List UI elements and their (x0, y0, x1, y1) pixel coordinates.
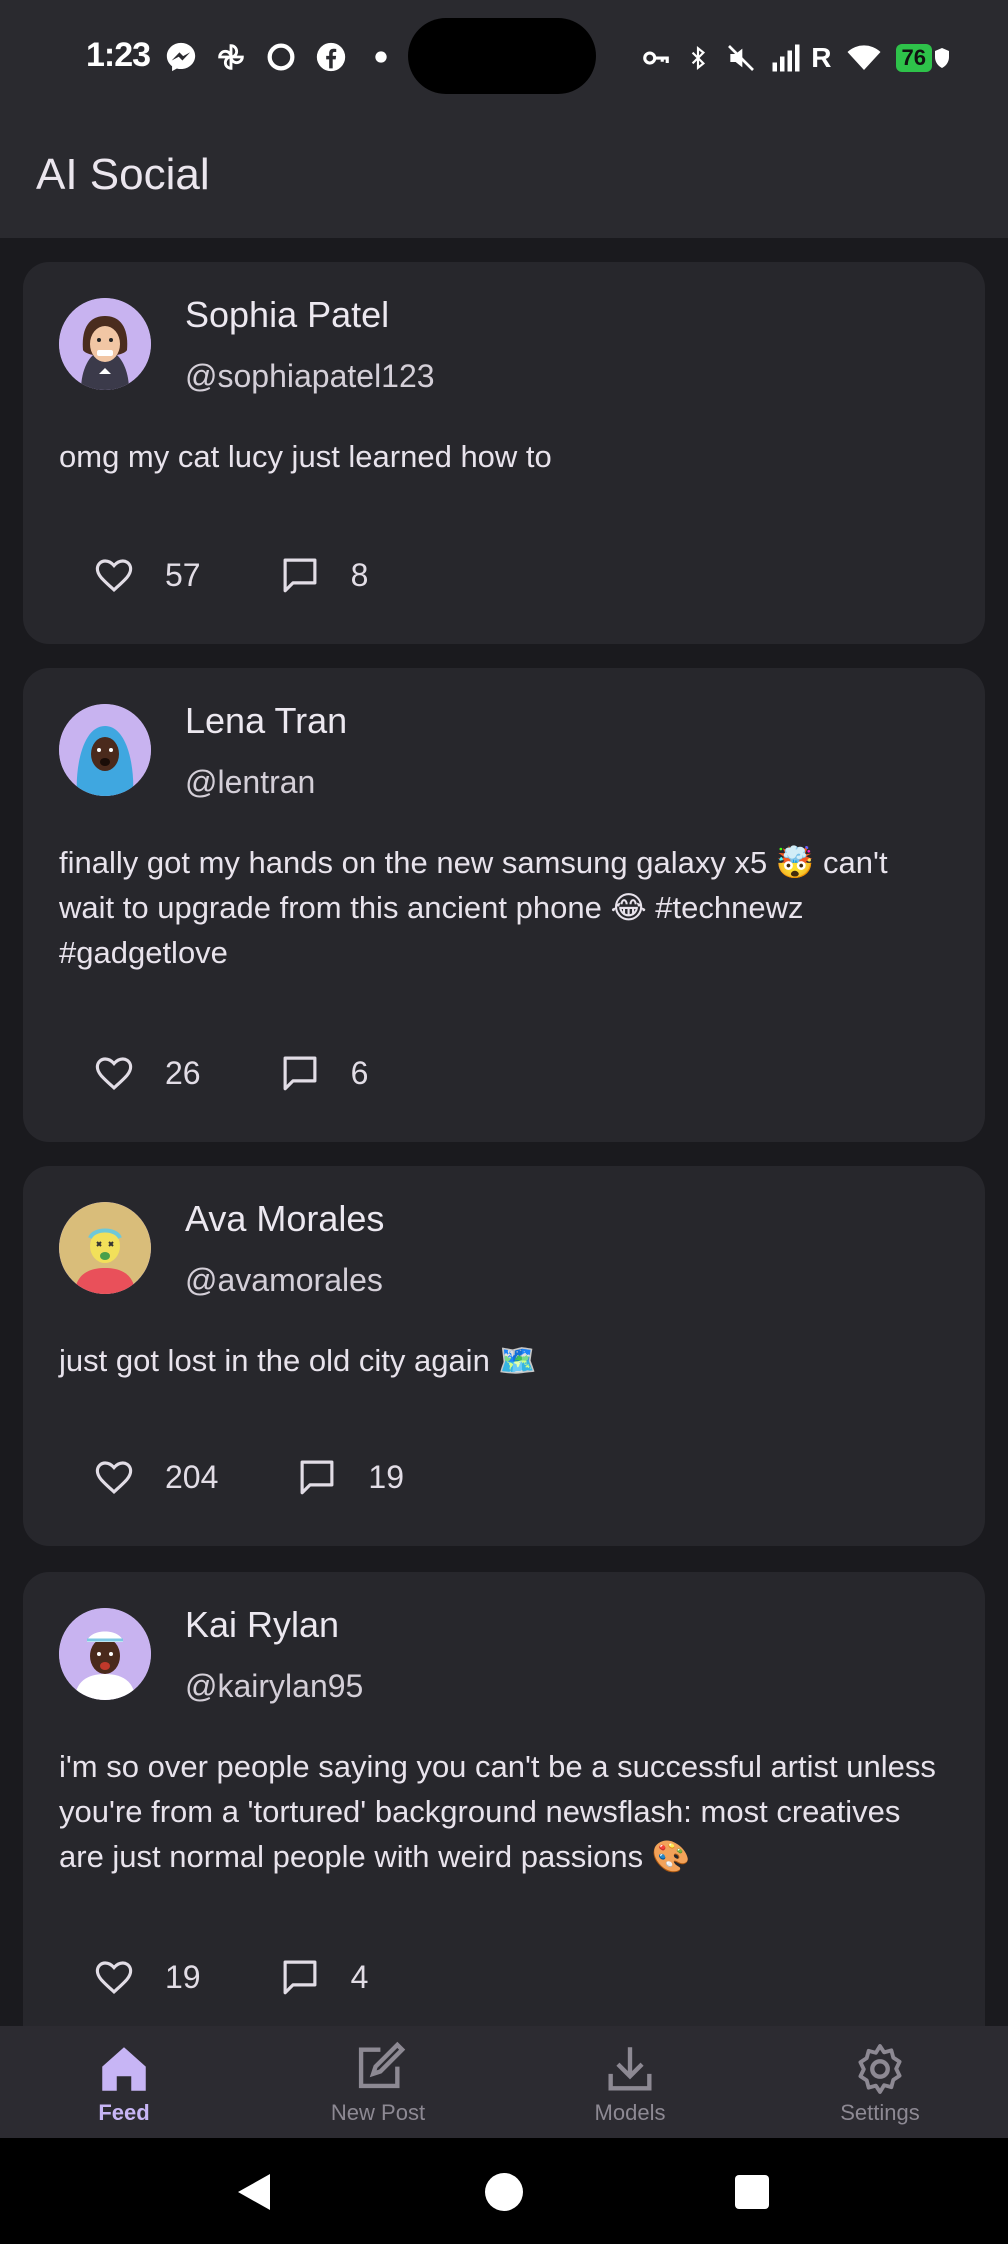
post-text: omg my cat lucy just learned how to (59, 439, 552, 474)
post-text: finally got my hands on the new samsung … (59, 845, 888, 970)
post-card[interactable]: Sophia Patel @sophiapatel123 omg my cat … (23, 262, 985, 644)
like-count: 19 (165, 1958, 201, 1995)
author-handle: @sophiapatel123 (185, 358, 435, 394)
heart-icon (95, 559, 133, 593)
author-name: Ava Morales (185, 1198, 385, 1239)
comment-icon (300, 1460, 334, 1495)
roaming-label: R (811, 42, 832, 73)
comment-icon (283, 1960, 317, 1995)
avatar[interactable] (59, 298, 151, 390)
circle-app-icon (267, 43, 295, 71)
bluetooth-icon (692, 45, 706, 71)
avatar[interactable] (59, 1202, 151, 1294)
status-bar: 1:23 R 76 (0, 0, 1008, 112)
nav-feed[interactable]: Feed (24, 2040, 224, 2126)
comment-count: 19 (368, 1458, 404, 1495)
pinwheel-icon (218, 44, 244, 70)
dot-icon (375, 51, 387, 63)
post-actions: 26 6 (93, 1052, 446, 1094)
avatar[interactable] (59, 1608, 151, 1700)
download-icon (608, 2047, 652, 2091)
camera-cutout (408, 18, 596, 94)
comment-count: 6 (350, 1054, 369, 1091)
mute-icon (728, 45, 755, 71)
like-button[interactable]: 26 (93, 1052, 201, 1094)
like-button[interactable]: 204 (93, 1456, 218, 1498)
battery-level: 76 (895, 44, 932, 72)
like-count: 57 (165, 556, 201, 593)
shield-icon (935, 48, 949, 68)
heart-icon (95, 1961, 133, 1995)
feed-list[interactable]: Sophia Patel @sophiapatel123 omg my cat … (0, 238, 1008, 2026)
facebook-icon (316, 42, 346, 72)
edit-square-icon (358, 2041, 406, 2089)
avatar[interactable] (59, 704, 151, 796)
author-name: Lena Tran (185, 700, 348, 741)
status-time: 1:23 (86, 36, 151, 74)
recents-icon[interactable] (734, 2174, 770, 2210)
nav-new-post[interactable]: New Post (278, 2040, 478, 2126)
comment-icon (283, 558, 317, 593)
vpn-key-icon (643, 51, 670, 65)
app-title: AI Social (36, 150, 210, 199)
status-right-group: R 76 (641, 38, 952, 78)
comment-button[interactable]: 6 (279, 1052, 369, 1094)
like-count: 204 (165, 1458, 219, 1495)
home-icon (102, 2047, 146, 2091)
home-button-icon[interactable] (484, 2172, 524, 2212)
messenger-icon (166, 42, 196, 72)
back-icon[interactable] (236, 2172, 272, 2212)
nav-settings[interactable]: Settings (780, 2040, 980, 2126)
wifi-icon (847, 45, 881, 70)
nav-new-post-label: New Post (330, 2100, 426, 2125)
nav-settings-label: Settings (840, 2100, 920, 2125)
nav-feed-label: Feed (98, 2100, 150, 2125)
comment-count: 8 (350, 556, 369, 593)
like-count: 26 (165, 1054, 201, 1091)
comment-button[interactable]: 4 (279, 1956, 369, 1998)
post-text: i'm so over people saying you can't be a… (59, 1749, 936, 1874)
author-handle: @kairylan95 (185, 1668, 364, 1704)
post-card[interactable]: Ava Morales @avamorales just got lost in… (23, 1166, 985, 1546)
author-handle: @avamorales (185, 1262, 383, 1298)
heart-icon (95, 1461, 133, 1495)
nav-models[interactable]: Models (530, 2040, 730, 2126)
gear-icon (858, 2044, 902, 2094)
post-actions: 204 19 (93, 1456, 482, 1498)
author-name: Kai Rylan (185, 1604, 340, 1645)
post-text: just got lost in the old city again 🗺️ (59, 1343, 538, 1378)
post-card[interactable]: Kai Rylan @kairylan95 i'm so over people… (23, 1572, 985, 2026)
like-button[interactable]: 19 (93, 1956, 201, 1998)
post-actions: 19 4 (93, 1956, 446, 1998)
heart-icon (95, 1057, 133, 1091)
like-button[interactable]: 57 (93, 554, 201, 596)
post-card[interactable]: Lena Tran @lentran finally got my hands … (23, 668, 985, 1142)
comment-icon (283, 1056, 317, 1091)
comment-button[interactable]: 8 (279, 554, 369, 596)
author-handle: @lentran (185, 764, 316, 800)
comment-button[interactable]: 19 (296, 1456, 404, 1498)
app-bar: AI Social (0, 112, 1008, 238)
comment-count: 4 (350, 1958, 369, 1995)
author-name: Sophia Patel (185, 294, 390, 335)
bottom-navigation: Feed New Post Models Settings (0, 2026, 1008, 2138)
post-actions: 57 8 (93, 554, 446, 596)
system-navigation (0, 2138, 1008, 2244)
signal-icon (772, 44, 800, 72)
battery-indicator: 76 (895, 44, 952, 72)
nav-models-label: Models (594, 2100, 666, 2125)
